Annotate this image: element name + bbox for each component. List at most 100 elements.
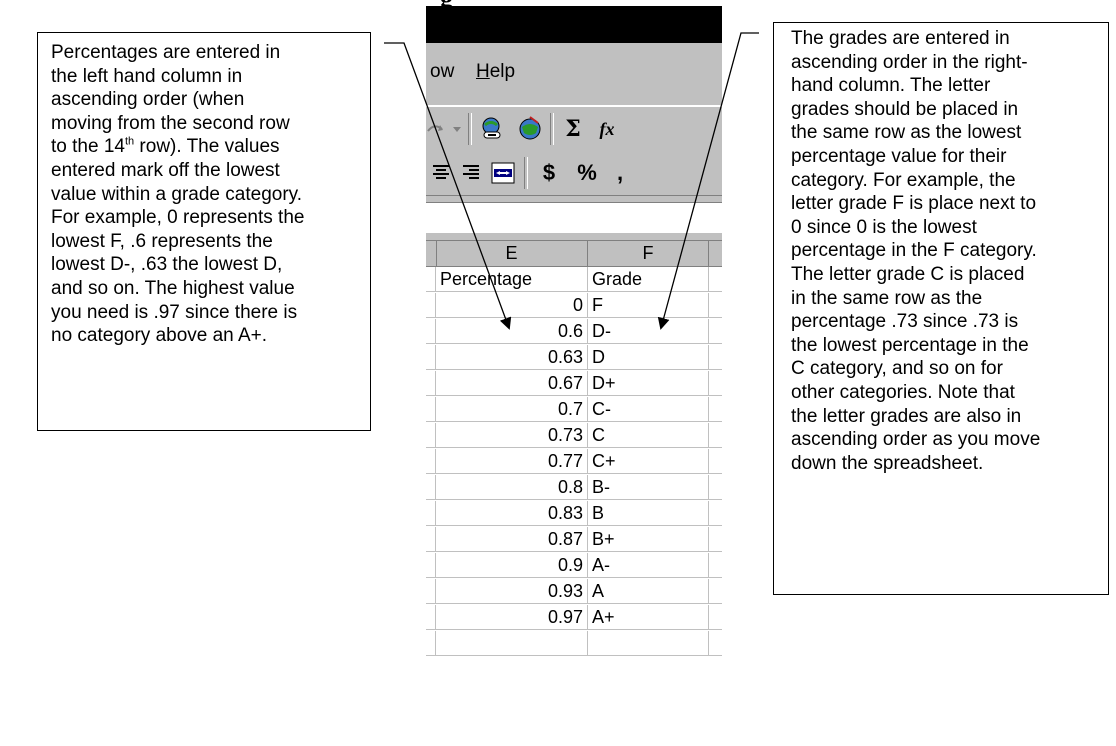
callout-line: C category, and so on for: [791, 358, 1003, 380]
percentage-cell[interactable]: 0.97: [436, 605, 588, 630]
callout-line: the letter grades are also in: [791, 405, 1022, 427]
formula-bar: [426, 196, 722, 241]
table-row: 0.83 B: [426, 501, 722, 526]
cell[interactable]: [426, 267, 436, 292]
table-row: 0.67 D+: [426, 371, 722, 396]
callout-line: other categories. Note that: [791, 381, 1015, 403]
cell[interactable]: [426, 449, 436, 474]
empty-cell[interactable]: [588, 631, 709, 656]
callout-line: entered mark off the lowest: [51, 159, 280, 181]
callout-line: letter grade F is place next to: [791, 193, 1037, 215]
formula-input[interactable]: [426, 202, 722, 233]
percentage-cell[interactable]: 0.9: [436, 553, 588, 578]
percentage-cell[interactable]: 0.77: [436, 449, 588, 474]
grade-cell[interactable]: A-: [588, 553, 709, 578]
empty-cell[interactable]: [436, 631, 588, 656]
cell[interactable]: [426, 501, 436, 526]
callout-line: the left hand column in: [51, 65, 243, 87]
callout-line: to the 14th row). The values: [51, 135, 360, 159]
percentage-cell[interactable]: 0.93: [436, 579, 588, 604]
callout-line: The letter grade C is placed: [791, 263, 1025, 285]
cell[interactable]: [426, 553, 436, 578]
insert-hyperlink-icon[interactable]: [476, 114, 508, 144]
callout-line: grades should be placed in: [791, 98, 1019, 120]
merge-center-icon[interactable]: [488, 158, 518, 188]
callout-text: to the 14: [51, 136, 125, 158]
grade-cell[interactable]: C: [588, 423, 709, 448]
cell[interactable]: [426, 371, 436, 396]
percentage-cell[interactable]: 0.6: [436, 319, 588, 344]
redo-icon[interactable]: [426, 114, 448, 144]
callout-line: The grades are entered in: [791, 28, 1010, 49]
callout-line: down the spreadsheet.: [791, 452, 984, 474]
callout-line: ascending order as you move: [791, 429, 1041, 451]
percentage-cell[interactable]: 0.87: [436, 527, 588, 552]
percent-style-button[interactable]: %: [572, 158, 602, 188]
cell[interactable]: [426, 527, 436, 552]
grade-cell[interactable]: A+: [588, 605, 709, 630]
autosum-icon[interactable]: Σ: [558, 114, 588, 144]
callout-text: row). The values: [134, 136, 280, 158]
grade-header-cell[interactable]: Grade: [588, 267, 709, 292]
percentage-cell[interactable]: 0.63: [436, 345, 588, 370]
column-header-f[interactable]: F: [588, 241, 709, 266]
grade-cell[interactable]: B: [588, 501, 709, 526]
cell[interactable]: [426, 319, 436, 344]
toolbar-separator: [550, 113, 554, 145]
grade-cell[interactable]: F: [588, 293, 709, 318]
align-center-icon[interactable]: [428, 158, 454, 188]
grade-cell[interactable]: D: [588, 345, 709, 370]
menu-help[interactable]: Help: [476, 61, 515, 83]
callout-line: category. For example, the: [791, 169, 1016, 191]
grade-cell[interactable]: B-: [588, 475, 709, 500]
cell[interactable]: [426, 475, 436, 500]
align-right-icon[interactable]: [458, 158, 484, 188]
toolbar-separator: [468, 113, 472, 145]
cell[interactable]: [426, 631, 436, 656]
percentage-cell[interactable]: 0.67: [436, 371, 588, 396]
cell[interactable]: [426, 345, 436, 370]
callout-line: lowest D-, .63 the lowest D,: [51, 254, 283, 276]
grade-cell[interactable]: C-: [588, 397, 709, 422]
table-row: 0.9 A-: [426, 553, 722, 578]
callout-line: percentage value for their: [791, 145, 1007, 167]
menu-window[interactable]: ow: [430, 61, 454, 83]
comma-style-button[interactable]: ,: [610, 158, 630, 188]
currency-style-button[interactable]: $: [534, 158, 564, 188]
callout-line: lowest F, .6 represents the: [51, 230, 273, 252]
grade-cell[interactable]: C+: [588, 449, 709, 474]
percentage-cell[interactable]: 0: [436, 293, 588, 318]
percentage-cell[interactable]: 0.73: [436, 423, 588, 448]
percentage-cell[interactable]: 0.8: [436, 475, 588, 500]
cell[interactable]: [426, 579, 436, 604]
callout-line: you need is .97 since there is: [51, 301, 298, 323]
formatting-toolbar: $ % ,: [426, 151, 722, 196]
grade-cell[interactable]: B+: [588, 527, 709, 552]
callout-superscript: th: [124, 136, 135, 149]
percentage-header-cell[interactable]: Percentage: [436, 267, 588, 292]
grade-cell[interactable]: A: [588, 579, 709, 604]
dropdown-arrow-icon[interactable]: [450, 114, 464, 144]
callout-line: 0 since 0 is the lowest: [791, 216, 977, 238]
table-row: 0.8 B-: [426, 475, 722, 500]
grade-cell[interactable]: D+: [588, 371, 709, 396]
column-header-e[interactable]: E: [436, 241, 588, 266]
callout-right-grades: The grades are entered in ascending orde…: [773, 22, 1109, 595]
cell[interactable]: [426, 397, 436, 422]
cell[interactable]: [426, 293, 436, 318]
percentage-cell[interactable]: 0.83: [436, 501, 588, 526]
table-row: 0.93 A: [426, 579, 722, 604]
callout-line: moving from the second row: [51, 112, 290, 134]
web-toolbar-icon[interactable]: [514, 114, 546, 144]
cell[interactable]: [426, 605, 436, 630]
column-headers: E F: [426, 241, 722, 267]
standard-toolbar: Σ fx: [426, 106, 722, 152]
callout-line: hand column. The letter: [791, 75, 991, 97]
percentage-cell[interactable]: 0.7: [436, 397, 588, 422]
grade-cell[interactable]: D-: [588, 319, 709, 344]
paste-function-icon[interactable]: fx: [592, 114, 622, 144]
callout-line: percentage in the F category.: [791, 240, 1037, 262]
cell[interactable]: [426, 423, 436, 448]
table-row: 0.63 D: [426, 345, 722, 370]
table-header-row: Percentage Grade: [426, 267, 722, 292]
